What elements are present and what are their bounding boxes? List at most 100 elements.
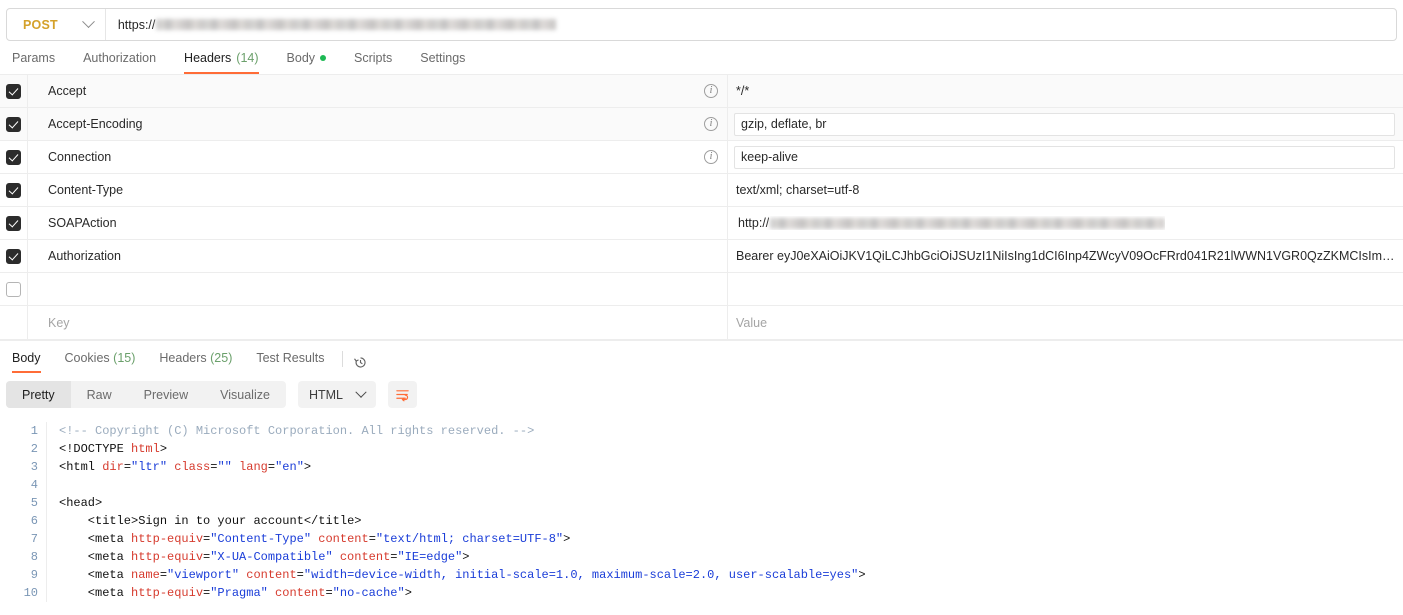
code-line: 1 <!-- Copyright (C) Microsoft Corporatio… xyxy=(0,422,1403,440)
header-enabled-cell xyxy=(0,141,28,173)
table-row xyxy=(0,273,1403,306)
header-key-text: SOAPAction xyxy=(48,216,117,230)
header-value-cell[interactable]: Bearer eyJ0eXAiOiJKV1QiLCJhbGciOiJSUzI1N… xyxy=(728,240,1403,272)
format-dropdown[interactable]: HTML xyxy=(297,381,376,408)
header-value-text: Bearer eyJ0eXAiOiJKV1QiLCJhbGciOiJSUzI1N… xyxy=(736,249,1395,263)
header-key-cell[interactable]: Content-Type xyxy=(28,174,728,206)
header-enabled-checkbox[interactable] xyxy=(6,248,21,264)
code-line: 8 <meta http-equiv="X-UA-Compatible" con… xyxy=(0,548,1403,566)
tab-label: Headers xyxy=(159,351,207,365)
header-key-text: Accept xyxy=(48,84,87,98)
header-enabled-checkbox[interactable] xyxy=(6,149,21,165)
view-mode-raw[interactable]: Raw xyxy=(71,381,128,408)
body-modified-dot-icon xyxy=(320,55,327,61)
format-label: HTML xyxy=(308,387,343,402)
header-enabled-cell xyxy=(0,240,28,272)
header-enabled-checkbox[interactable] xyxy=(6,116,21,132)
header-value-cell[interactable]: gzip, deflate, br xyxy=(728,108,1403,140)
response-body-code[interactable]: 1 <!-- Copyright (C) Microsoft Corporatio… xyxy=(0,416,1403,602)
header-key-cell[interactable] xyxy=(28,273,728,305)
header-value-input[interactable]: gzip, deflate, br xyxy=(734,112,1395,136)
header-value-cell[interactable]: http:// xyxy=(728,207,1403,239)
request-tab-scripts[interactable]: Scripts xyxy=(340,51,406,74)
table-row: Accept i */* xyxy=(0,75,1403,108)
header-value-text: */* xyxy=(736,84,750,98)
header-key-cell[interactable]: Connection i xyxy=(28,141,728,173)
wrap-lines-button[interactable] xyxy=(387,381,417,408)
history-clock-icon[interactable] xyxy=(353,355,368,370)
response-tabs: Body Cookies (15) Headers (25) Test Results xyxy=(0,341,1403,373)
table-row: Accept-Encoding i gzip, deflate, br xyxy=(0,108,1403,141)
info-icon[interactable]: i xyxy=(704,150,718,164)
view-mode-visualize[interactable]: Visualize xyxy=(204,381,286,408)
response-tab-cookies[interactable]: Cookies (15) xyxy=(53,351,148,373)
code-line: 9 <meta name="viewport" content="width=d… xyxy=(0,566,1403,584)
request-tab-authorization[interactable]: Authorization xyxy=(69,51,170,74)
url-input[interactable]: https:// xyxy=(106,9,1396,40)
request-tab-headers[interactable]: Headers (14) xyxy=(170,51,272,74)
code-line: 6 <title>Sign in to your account</title> xyxy=(0,512,1403,530)
line-number: 5 xyxy=(30,496,38,510)
request-tab-settings[interactable]: Settings xyxy=(406,51,479,74)
view-mode-preview[interactable]: Preview xyxy=(128,381,204,408)
header-key-text: Authorization xyxy=(48,249,121,263)
tab-label: Scripts xyxy=(354,51,393,65)
tab-count: (14) xyxy=(236,51,259,65)
info-icon[interactable]: i xyxy=(704,84,718,98)
header-value-text: keep-alive xyxy=(741,150,798,164)
header-key-text: Content-Type xyxy=(48,183,124,197)
http-method-dropdown[interactable]: POST xyxy=(7,9,106,40)
response-tab-test-results[interactable]: Test Results xyxy=(244,351,336,373)
code-text: <meta http-equiv="X-UA-Compatible" conte… xyxy=(59,550,470,564)
header-key-cell[interactable]: Accept-Encoding i xyxy=(28,108,728,140)
header-value-text: text/xml; charset=utf-8 xyxy=(736,183,860,197)
code-text: <meta name="viewport" content="width=dev… xyxy=(59,568,866,582)
code-line: 10 <meta http-equiv="Pragma" content="no… xyxy=(0,584,1403,602)
table-row: Connection i keep-alive xyxy=(0,141,1403,174)
table-row: Authorization Bearer eyJ0eXAiOiJKV1QiLCJh… xyxy=(0,240,1403,273)
new-header-value-input[interactable]: Value xyxy=(728,306,1403,339)
redacted-region xyxy=(770,217,1166,229)
header-enabled-checkbox[interactable] xyxy=(6,281,21,297)
request-tab-params[interactable]: Params xyxy=(6,51,69,74)
header-value-input[interactable]: keep-alive xyxy=(734,145,1395,169)
header-enabled-cell xyxy=(0,75,28,107)
header-value-cell[interactable]: text/xml; charset=utf-8 xyxy=(728,174,1403,206)
line-number: 7 xyxy=(30,532,38,546)
info-icon[interactable]: i xyxy=(704,117,718,131)
header-value-cell[interactable] xyxy=(728,273,1403,305)
header-enabled-checkbox[interactable] xyxy=(6,215,21,231)
header-value-redacted: http:// xyxy=(734,216,1166,230)
line-number: 6 xyxy=(30,514,38,528)
code-text: <meta http-equiv="Pragma" content="no-ca… xyxy=(59,586,412,600)
header-key-cell[interactable]: Authorization xyxy=(28,240,728,272)
tab-label: Body xyxy=(286,51,316,65)
header-enabled-cell xyxy=(0,174,28,206)
response-tab-body[interactable]: Body xyxy=(6,351,53,373)
table-row: SOAPAction http:// xyxy=(0,207,1403,240)
code-text: <html dir="ltr" class="" lang="en"> xyxy=(59,460,312,474)
header-key-cell[interactable]: Accept i xyxy=(28,75,728,107)
header-value-text: gzip, deflate, br xyxy=(741,117,827,131)
view-mode-segmented-control: Pretty Raw Preview Visualize xyxy=(6,381,286,408)
request-tabs: Params Authorization Headers (14) Body Script… xyxy=(0,41,1403,74)
header-value-cell[interactable]: */* xyxy=(728,75,1403,107)
request-tab-body[interactable]: Body xyxy=(273,51,341,74)
table-row: Content-Type text/xml; charset=utf-8 xyxy=(0,174,1403,207)
header-key-cell[interactable]: SOAPAction xyxy=(28,207,728,239)
header-enabled-checkbox[interactable] xyxy=(6,182,21,198)
header-key-text: Accept-Encoding xyxy=(48,117,143,131)
header-enabled-checkbox[interactable] xyxy=(6,83,21,99)
code-text: <!DOCTYPE html> xyxy=(59,442,168,456)
header-enabled-cell xyxy=(0,207,28,239)
line-number: 4 xyxy=(30,478,38,492)
tab-count: (25) xyxy=(210,351,233,365)
header-enabled-cell xyxy=(0,273,28,305)
header-value-cell[interactable]: keep-alive xyxy=(728,141,1403,173)
view-mode-pretty[interactable]: Pretty xyxy=(6,381,71,408)
response-tab-headers[interactable]: Headers (25) xyxy=(147,351,244,373)
new-header-key-input[interactable]: Key xyxy=(28,306,728,339)
code-text: <meta http-equiv="Content-Type" content=… xyxy=(59,532,571,546)
chevron-down-icon xyxy=(355,386,367,398)
